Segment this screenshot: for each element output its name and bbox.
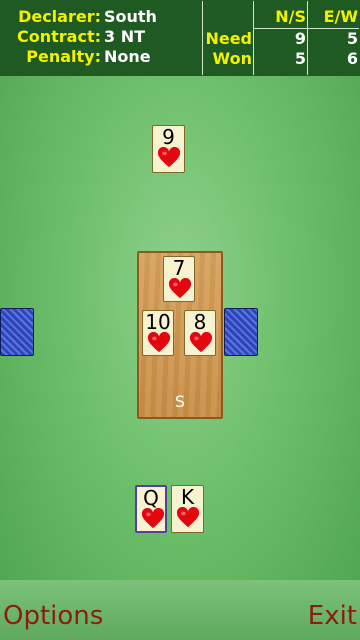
card-rank: 10 xyxy=(145,310,171,334)
north-card: 9 xyxy=(152,125,185,173)
hand-card-king-hearts[interactable]: K xyxy=(171,485,204,533)
exit-softkey[interactable]: Exit xyxy=(308,600,357,632)
declarer-label: Declarer: xyxy=(18,7,101,26)
won-ns-value: 5 xyxy=(294,49,306,68)
contract-label: Contract: xyxy=(17,27,101,46)
declarer-value: South xyxy=(104,7,157,26)
trick-card-north: 7 xyxy=(163,256,195,302)
ns-header: N/S xyxy=(275,7,306,26)
card-rank: 7 xyxy=(172,256,186,280)
south-seat-label: S xyxy=(174,392,186,411)
contract-value: 3 NT xyxy=(104,27,146,46)
heart-icon xyxy=(177,507,199,528)
won-label: Won xyxy=(212,49,252,68)
divider xyxy=(253,1,254,75)
divider xyxy=(307,1,308,75)
west-card-back xyxy=(0,308,34,356)
card-rank: Q xyxy=(143,486,159,510)
heart-icon xyxy=(142,508,164,529)
need-ns-value: 9 xyxy=(294,29,306,48)
score-header: Declarer: South Contract: 3 NT Penalty: … xyxy=(0,0,360,76)
card-rank: 8 xyxy=(193,310,207,334)
hand-card-queen-hearts[interactable]: Q xyxy=(135,485,167,533)
ew-header: E/W xyxy=(323,7,358,26)
heart-icon xyxy=(169,278,191,299)
trick-card-west: 10 xyxy=(142,310,174,356)
heart-icon xyxy=(148,332,170,353)
heart-icon xyxy=(158,147,180,168)
options-softkey[interactable]: Options xyxy=(3,600,103,632)
card-rank: 9 xyxy=(162,125,175,149)
heart-icon xyxy=(190,332,212,353)
penalty-label: Penalty: xyxy=(26,47,101,66)
trick-card-east: 8 xyxy=(184,310,216,356)
penalty-value: None xyxy=(104,47,151,66)
need-ew-value: 5 xyxy=(346,29,358,48)
score-grid: Declarer: South Contract: 3 NT Penalty: … xyxy=(1,1,359,75)
won-ew-value: 6 xyxy=(346,49,358,68)
east-card-back xyxy=(224,308,258,356)
card-rank: K xyxy=(180,485,195,509)
need-label: Need xyxy=(205,29,252,48)
